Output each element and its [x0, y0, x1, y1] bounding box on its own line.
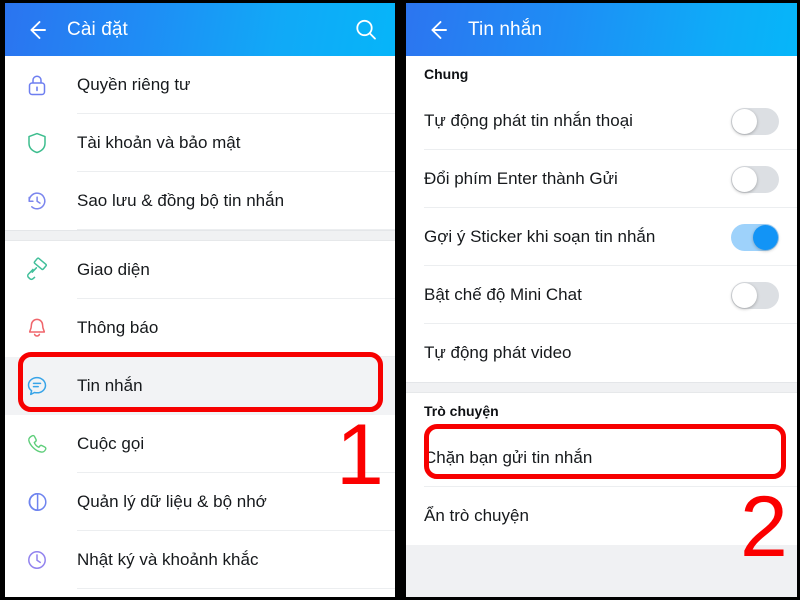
sidebar-item-account-security[interactable]: Tài khoản và bảo mật: [5, 114, 395, 172]
toggle-mini-chat[interactable]: [731, 281, 779, 309]
toggle-enter-sends[interactable]: [731, 165, 779, 193]
sidebar-item-label: Thông báo: [77, 318, 159, 337]
sidebar-item-privacy[interactable]: Quyền riêng tư: [5, 56, 395, 114]
setting-label: Ẩn trò chuyện: [424, 506, 529, 525]
section-header-chat: Trò chuyện: [406, 393, 797, 429]
sidebar-item-label: Giao diện: [77, 260, 150, 279]
pie-chart-icon: [23, 488, 51, 516]
toggle-knob: [732, 282, 757, 308]
group-separator-band: [406, 382, 797, 393]
clock-icon: [23, 546, 51, 574]
paint-roller-icon: [23, 256, 51, 284]
chat-bubble-icon: [23, 372, 51, 400]
sidebar-item-interface[interactable]: Giao diện: [5, 241, 395, 299]
setting-row-mini-chat[interactable]: Bật chế độ Mini Chat: [406, 266, 797, 324]
settings-appbar: Cài đặt: [5, 3, 395, 56]
row-divider: [77, 229, 395, 230]
setting-label: Chặn bạn gửi tin nhắn: [424, 448, 593, 467]
toggle-knob: [753, 224, 778, 250]
sidebar-item-data-storage[interactable]: Quản lý dữ liệu & bộ nhớ: [5, 473, 395, 531]
phone-icon: [23, 430, 51, 458]
setting-label: Đổi phím Enter thành Gửi: [424, 169, 618, 188]
setting-row-hide-chat[interactable]: Ẩn trò chuyện: [406, 487, 797, 545]
setting-row-autoplay-video[interactable]: Tự động phát video: [406, 324, 797, 382]
messages-appbar: Tin nhắn: [406, 3, 797, 56]
toggle-knob: [732, 166, 757, 192]
sidebar-item-notifications[interactable]: Thông báo: [5, 299, 395, 357]
settings-group-2: Giao diện Thông báo Tin nhắn Cuộc gọi Qu…: [5, 241, 395, 589]
general-settings-list: Tự động phát tin nhắn thoại Đổi phím Ent…: [406, 92, 797, 382]
back-arrow-icon[interactable]: [21, 15, 51, 45]
sidebar-item-label: Cuộc gọi: [77, 434, 145, 453]
setting-row-block-messages[interactable]: Chặn bạn gửi tin nhắn: [406, 429, 797, 487]
setting-label: Tự động phát tin nhắn thoại: [424, 111, 633, 130]
messages-settings-screen: Tin nhắn Chung Tự động phát tin nhắn tho…: [406, 3, 797, 597]
sidebar-item-label: Quyền riêng tư: [77, 75, 191, 94]
sidebar-item-label: Quản lý dữ liệu & bộ nhớ: [77, 492, 267, 511]
row-divider: [77, 588, 395, 589]
sidebar-item-label: Tin nhắn: [77, 376, 143, 395]
lock-icon: [23, 71, 51, 99]
group-separator-band: [5, 230, 395, 241]
settings-screen: Cài đặt Quyền riêng tư Tài khoản và bảo …: [5, 3, 395, 597]
row-divider: [424, 544, 797, 545]
sidebar-item-messages[interactable]: Tin nhắn: [5, 357, 395, 415]
toggle-knob: [732, 108, 757, 134]
sidebar-item-label: Tài khoản và bảo mật: [77, 133, 241, 152]
toggle-autoplay-voice[interactable]: [731, 107, 779, 135]
sidebar-item-backup-sync[interactable]: Sao lưu & đồng bộ tin nhắn: [5, 172, 395, 230]
page-title: Tin nhắn: [468, 18, 543, 40]
sidebar-item-label: Sao lưu & đồng bộ tin nhắn: [77, 191, 285, 210]
sidebar-item-label: Nhật ký và khoảnh khắc: [77, 550, 259, 569]
setting-label: Bật chế độ Mini Chat: [424, 285, 582, 304]
sidebar-item-diary-moments[interactable]: Nhật ký và khoảnh khắc: [5, 531, 395, 589]
page-title: Cài đặt: [67, 18, 128, 40]
sidebar-item-calls[interactable]: Cuộc gọi: [5, 415, 395, 473]
chat-settings-list: Chặn bạn gửi tin nhắn Ẩn trò chuyện: [406, 429, 797, 545]
section-header-general: Chung: [406, 56, 797, 92]
shield-icon: [23, 129, 51, 157]
search-icon[interactable]: [351, 15, 381, 45]
history-clock-icon: [23, 187, 51, 215]
setting-row-enter-sends[interactable]: Đổi phím Enter thành Gửi: [406, 150, 797, 208]
setting-label: Tự động phát video: [424, 343, 572, 362]
screenshot-root: Cài đặt Quyền riêng tư Tài khoản và bảo …: [0, 0, 800, 600]
settings-group-1: Quyền riêng tư Tài khoản và bảo mật Sao …: [5, 56, 395, 230]
toggle-sticker-suggestions[interactable]: [731, 223, 779, 251]
setting-label: Gợi ý Sticker khi soạn tin nhắn: [424, 227, 656, 246]
setting-row-sticker-suggestions[interactable]: Gợi ý Sticker khi soạn tin nhắn: [406, 208, 797, 266]
bell-icon: [23, 314, 51, 342]
back-arrow-icon[interactable]: [422, 15, 452, 45]
bottom-filler-band: [406, 545, 797, 597]
setting-row-autoplay-voice[interactable]: Tự động phát tin nhắn thoại: [406, 92, 797, 150]
row-divider: [424, 381, 797, 382]
